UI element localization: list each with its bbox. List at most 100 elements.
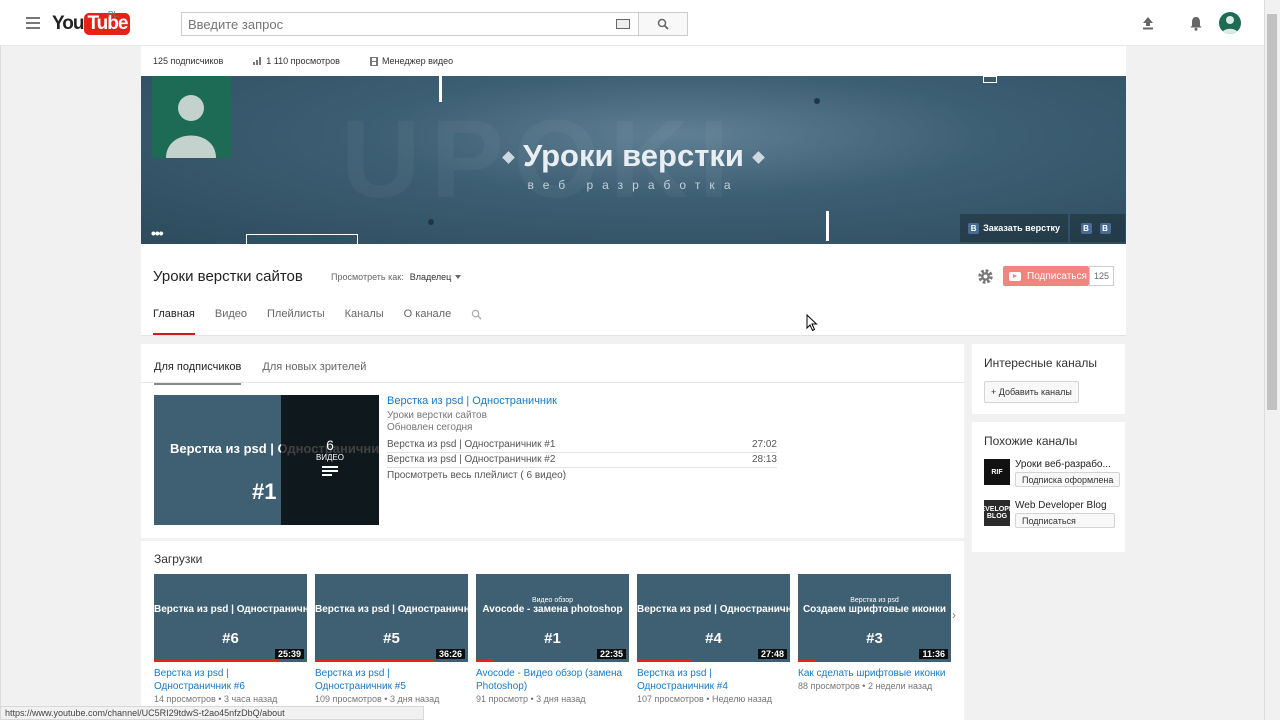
gear-icon[interactable] [977, 268, 994, 285]
channel-header: Уроки верстки сайтов Просмотреть как: Вла… [141, 244, 1126, 336]
film-icon [369, 56, 378, 66]
video-title[interactable]: Как сделать шрифтовые иконки [798, 667, 951, 680]
video-thumbnail[interactable]: Видео обзор Avocode - замена photoshop #1 2… [476, 574, 629, 662]
video-meta: 88 просмотров • 2 недели назад [798, 681, 933, 691]
interesting-channels-title: Интересные каналы [984, 356, 1098, 370]
video-duration: 36:26 [435, 649, 465, 659]
view-all-playlist-link[interactable]: Просмотреть весь плейлист ( 6 видео) [387, 470, 566, 481]
channel-banner: UPOKI Уроки верстки веб разработка ••• В… [141, 76, 1126, 244]
view-as-selector[interactable]: Просмотреть как: Владелец [331, 272, 462, 282]
playlist-thumbnail[interactable]: Верстка из psd | Одностраничник #1 6 ВИД… [154, 395, 379, 525]
banner-deco [439, 76, 442, 102]
video-meta: 109 просмотров • 3 дня назад [315, 694, 440, 704]
video-manager-link[interactable]: Менеджер видео [369, 56, 453, 66]
tab-videos[interactable]: Видео [215, 308, 247, 335]
subscriber-count: 125 подписчиков [153, 56, 224, 66]
video-title[interactable]: Avocode - Видео обзор (замена Photoshop) [476, 667, 629, 693]
playlist-icon [322, 466, 338, 476]
uploads-section: Загрузки Верстка из psd | Одностраничник… [141, 541, 964, 720]
channel-avatar[interactable]: RIF [984, 459, 1010, 485]
thumbnail-number: #3 [866, 630, 883, 647]
similar-channel-item: RIF Уроки веб-разрабо... Подписка оформл… [984, 459, 1121, 487]
banner-title: Уроки верстки [141, 138, 1126, 174]
playlist-channel[interactable]: Уроки верстки сайтов [387, 410, 487, 421]
playlist-item[interactable]: Верстка из psd | Одностраничник #1 27:02 [387, 439, 777, 453]
thumbnail-small-text: Верстка из psd [850, 597, 899, 604]
video-thumbnail[interactable]: Верстка из psd | Одностраничник #6 25:39 [154, 574, 307, 662]
search-icon[interactable] [471, 309, 482, 320]
vk-icon[interactable]: В [1080, 222, 1092, 234]
playlist-title[interactable]: Верстка из psd | Одностраничник [387, 395, 557, 407]
similar-channel-name[interactable]: Уроки веб-разрабо... [1015, 459, 1115, 470]
video-duration: 22:35 [596, 649, 626, 659]
account-avatar[interactable] [1219, 12, 1241, 34]
channel-name: Уроки верстки сайтов [153, 268, 303, 285]
thumbnail-number: #4 [705, 630, 722, 647]
video-card[interactable]: Верстка из psd | Одностраничник #5 36:26 Ве… [315, 574, 468, 704]
video-thumbnail[interactable]: Верстка из psd | Одностраничник #4 27:48 [637, 574, 790, 662]
video-title[interactable]: Верстка из psd | Одностраничник #6 [154, 667, 307, 693]
subscriber-count-badge: 125 [1089, 266, 1114, 286]
more-icon[interactable]: ••• [151, 225, 164, 241]
banner-deco [246, 234, 358, 244]
video-thumbnail[interactable]: Верстка из psd Создаем шрифтовые иконки #3… [798, 574, 951, 662]
vk-icon[interactable]: В [1099, 222, 1111, 234]
feed-section: Для подписчиков Для новых зрителей Верст… [141, 344, 964, 538]
region-label: PL [108, 10, 118, 19]
channel-avatar[interactable]: DEVELOPER BLOG [975, 500, 1019, 526]
video-title[interactable]: Верстка из psd | Одностраничник #5 [315, 667, 468, 693]
video-meta: 14 просмотров • 3 часа назад [154, 694, 278, 704]
search-button[interactable] [638, 12, 688, 36]
video-thumbnail[interactable]: Верстка из psd | Одностраничник #5 36:26 [315, 574, 468, 662]
user-icon [1222, 16, 1238, 34]
playlist-count-overlay: 6 ВИДЕО [281, 395, 379, 525]
banner-deco [983, 76, 997, 83]
subscribe-button[interactable]: Подписаться [1003, 266, 1089, 286]
banner-deco [826, 211, 829, 241]
banner-deco [814, 98, 820, 104]
playlist-item[interactable]: Верстка из psd | Одностраничник #2 28:13 [387, 454, 777, 468]
bell-icon[interactable] [1185, 12, 1207, 34]
tab-playlists[interactable]: Плейлисты [267, 308, 325, 335]
thumbnail-number: #1 [544, 630, 561, 647]
video-meta: 107 просмотров • Неделю назад [637, 694, 772, 704]
subtab-new-viewers[interactable]: Для новых зрителей [262, 361, 366, 381]
add-channels-button[interactable]: + Добавить каналы [984, 381, 1079, 403]
video-duration: 11:36 [919, 649, 948, 659]
subscribed-button[interactable]: Подписка оформлена [1015, 472, 1121, 487]
similar-channels-panel: Похожие каналы RIF Уроки веб-разрабо... … [972, 422, 1125, 552]
banner-subtitle: веб разработка [527, 178, 740, 192]
subscribe-button[interactable]: Подписаться [1015, 513, 1115, 528]
keyboard-icon[interactable] [616, 19, 630, 29]
thumbnail-small-text: Видео обзор [531, 597, 574, 604]
search-box [181, 12, 639, 36]
watch-progress-bar [315, 659, 435, 662]
video-card[interactable]: Верстка из psd Создаем шрифтовые иконки #3… [798, 574, 951, 691]
left-border [0, 46, 1, 706]
upload-icon[interactable] [1137, 12, 1159, 34]
banner-link-order[interactable]: В Заказать верстку [960, 214, 1068, 242]
playlist-updated: Обновлен сегодня [387, 422, 473, 433]
video-title[interactable]: Верстка из psd | Одностраничник #4 [637, 667, 790, 693]
similar-channel-name[interactable]: Web Developer Blog [1015, 500, 1115, 511]
search-input[interactable] [188, 16, 608, 32]
tab-channels[interactable]: Каналы [345, 308, 384, 335]
vk-icon: В [968, 222, 980, 234]
video-card[interactable]: Верстка из psd | Одностраничник #6 25:39 Ве… [154, 574, 307, 704]
chevron-down-icon [455, 275, 462, 279]
tab-home[interactable]: Главная [153, 308, 195, 335]
youtube-logo[interactable]: You Tube PL [52, 10, 131, 36]
video-card[interactable]: Верстка из psd | Одностраничник #4 27:48 Ве… [637, 574, 790, 704]
menu-icon[interactable] [26, 17, 40, 29]
subtab-subscribers[interactable]: Для подписчиков [154, 361, 242, 385]
watch-progress-bar [637, 659, 693, 662]
tab-about[interactable]: О канале [404, 308, 452, 335]
scrollbar-thumb[interactable] [1267, 14, 1277, 410]
youtube-play-icon [1009, 271, 1021, 281]
thumbnail-title: Верстка из psd | Одностраничник [315, 604, 468, 615]
interesting-channels-panel: Интересные каналы + Добавить каналы [972, 344, 1125, 414]
video-card[interactable]: Видео обзор Avocode - замена photoshop #1 2… [476, 574, 629, 704]
banner-deco [428, 219, 434, 225]
chevron-right-icon[interactable]: › [952, 608, 956, 622]
uploads-title: Загрузки [154, 552, 203, 566]
